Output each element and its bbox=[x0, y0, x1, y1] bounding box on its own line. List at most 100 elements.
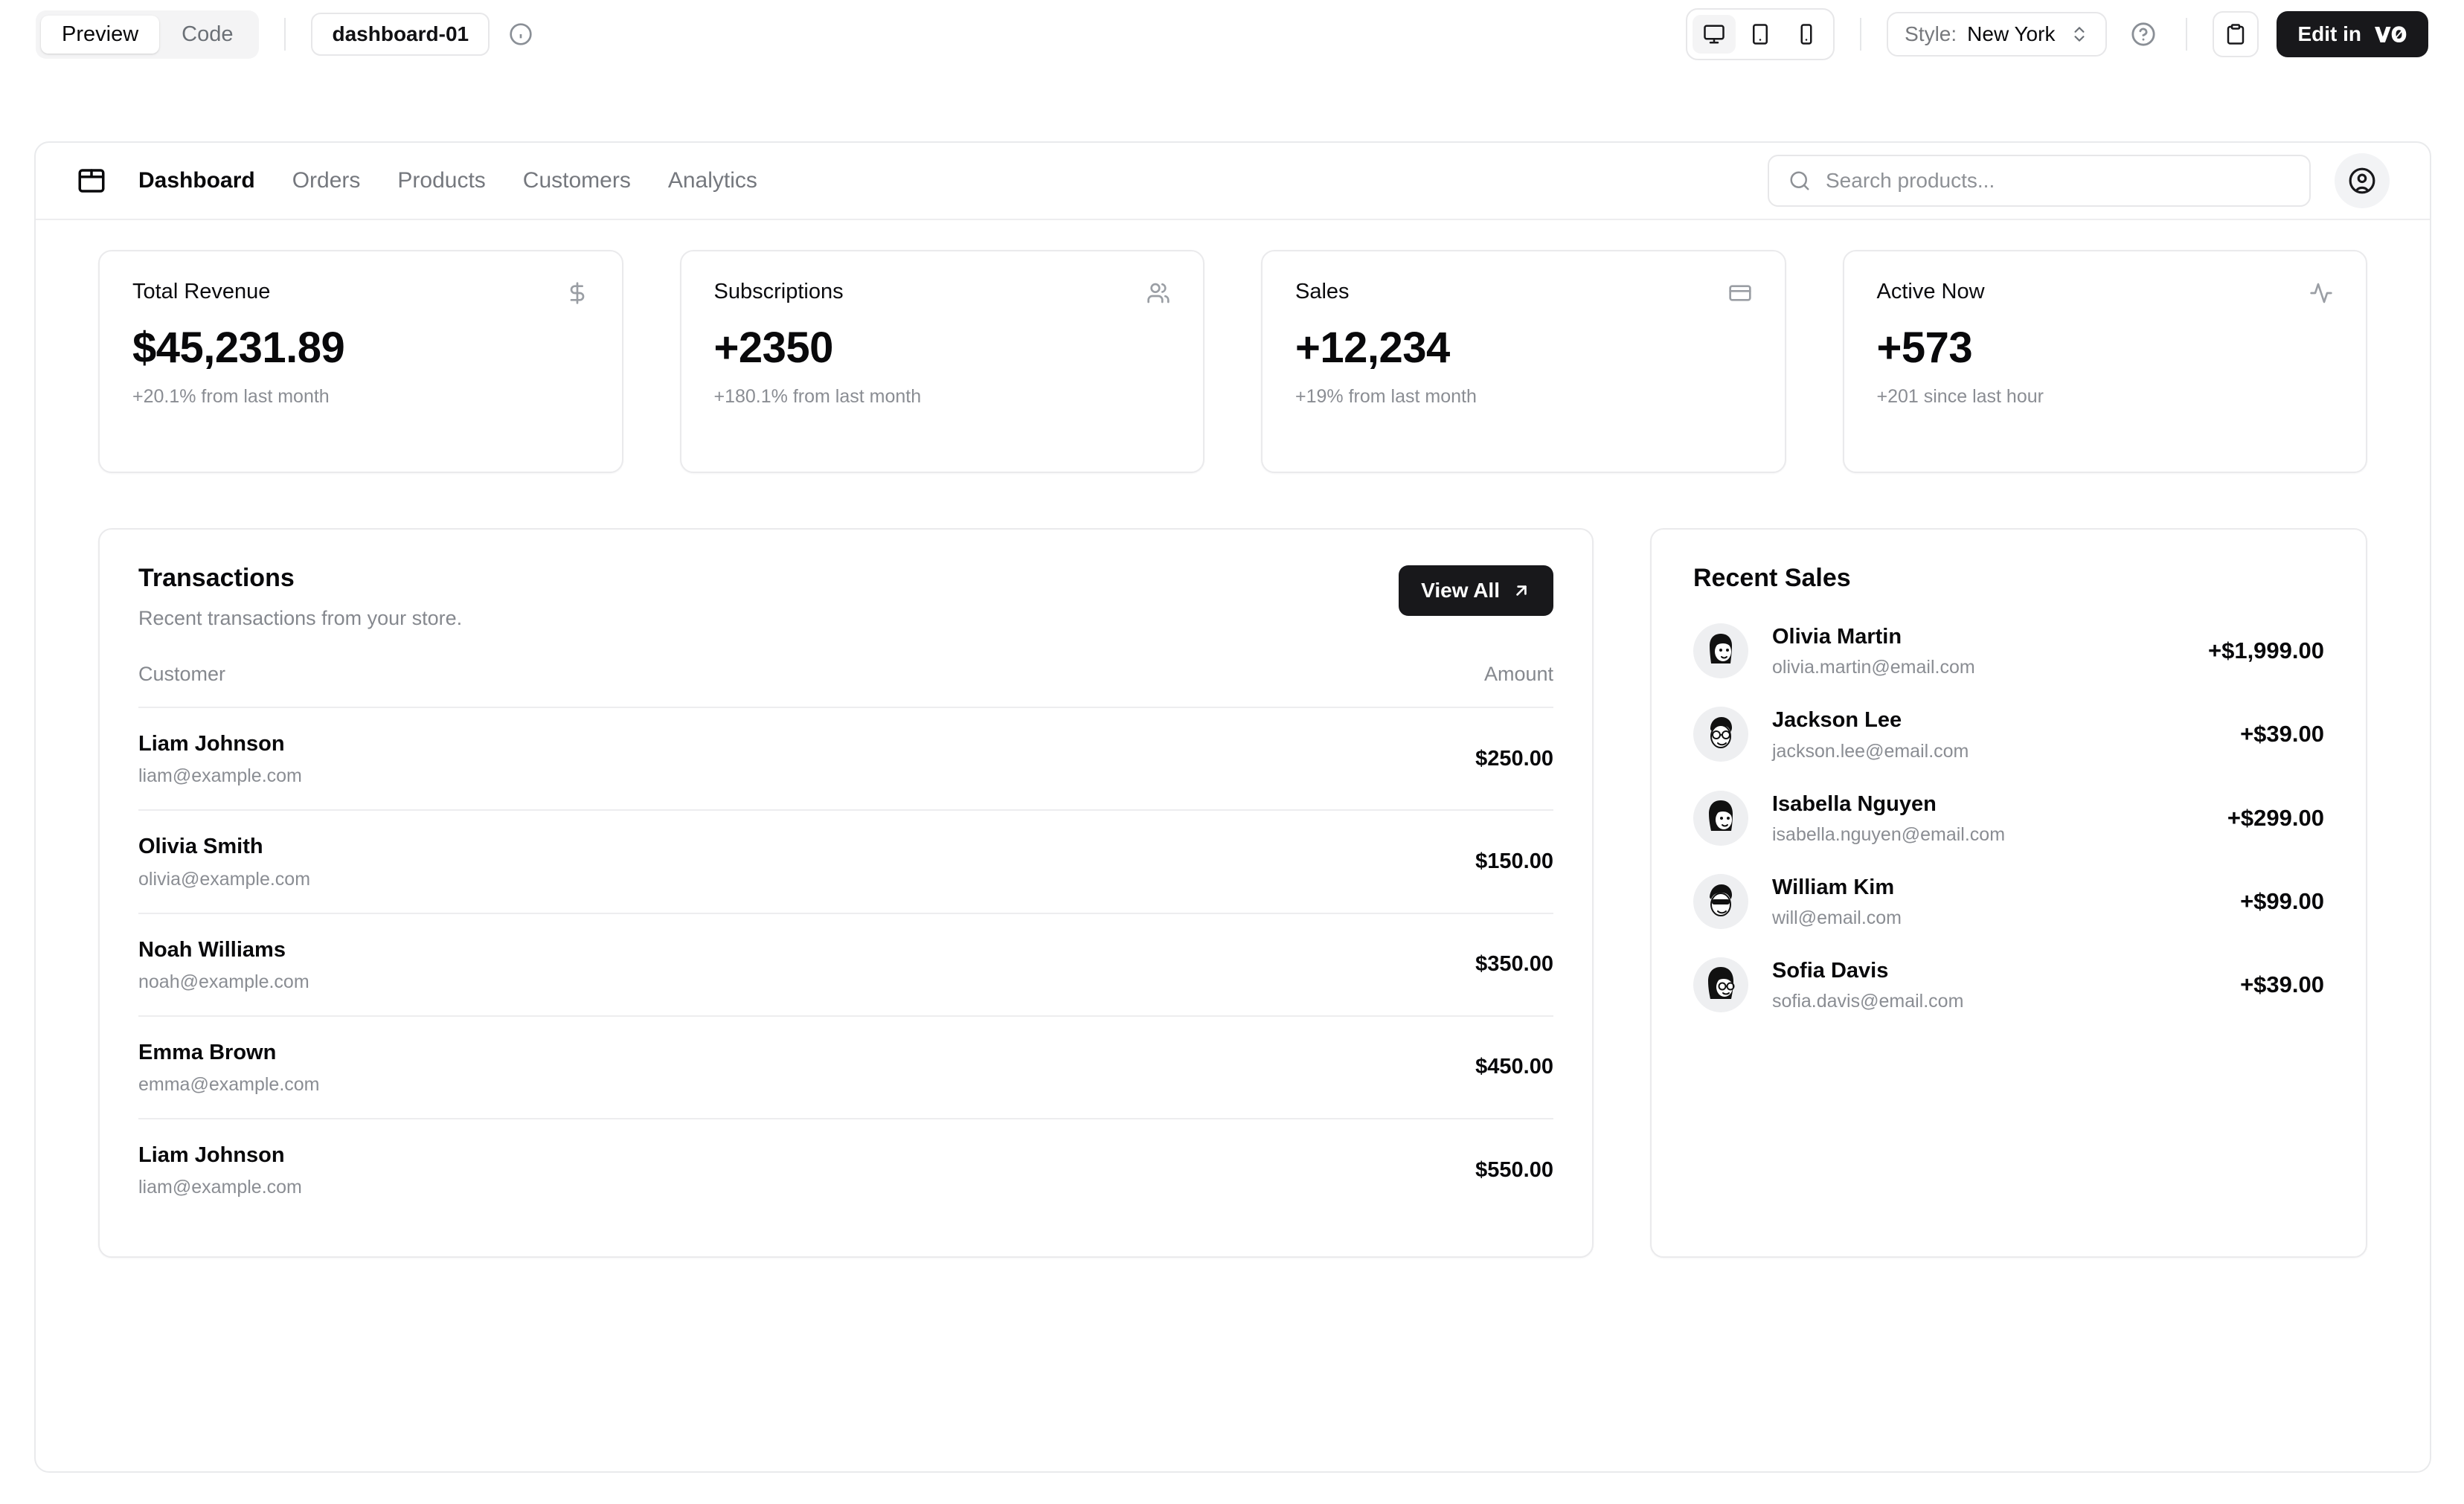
package-icon bbox=[76, 165, 107, 196]
info-circle-icon[interactable] bbox=[504, 18, 537, 51]
cell-amount: $150.00 bbox=[1128, 810, 1553, 913]
block-name-chip[interactable]: dashboard-01 bbox=[311, 13, 490, 56]
table-row[interactable]: Liam Johnson liam@example.com $250.00 bbox=[138, 707, 1553, 810]
tab-preview[interactable]: Preview bbox=[41, 16, 159, 54]
cell-amount: $350.00 bbox=[1128, 913, 1553, 1016]
viewport-toggle-group bbox=[1686, 8, 1835, 60]
stat-subtext: +180.1% from last month bbox=[714, 388, 1171, 406]
table-header-row: Customer Amount bbox=[138, 663, 1553, 707]
phone-icon[interactable] bbox=[1785, 15, 1828, 54]
transactions-title: Transactions bbox=[138, 565, 462, 591]
customer-email: noah@example.com bbox=[138, 971, 1128, 993]
transactions-heading-group: Transactions Recent transactions from yo… bbox=[138, 565, 462, 629]
tab-code[interactable]: Code bbox=[161, 16, 254, 54]
arrow-up-right-icon bbox=[1512, 581, 1531, 600]
recent-sale-email: isabella.nguyen@email.com bbox=[1772, 823, 2005, 846]
stat-title: Sales bbox=[1295, 281, 1350, 303]
nav-item-dashboard[interactable]: Dashboard bbox=[138, 170, 255, 192]
customer-email: emma@example.com bbox=[138, 1073, 1128, 1096]
dashboard-content: Total Revenue $45,231.89 +20.1% from las… bbox=[36, 220, 2430, 1258]
list-item[interactable]: Jackson Lee jackson.lee@email.com +$39.0… bbox=[1693, 707, 2324, 762]
help-circle-icon[interactable] bbox=[2126, 17, 2160, 51]
view-all-button[interactable]: View All bbox=[1399, 565, 1553, 616]
stat-title: Subscriptions bbox=[714, 281, 844, 303]
customer-email: liam@example.com bbox=[138, 1176, 1128, 1198]
v0-logo-icon bbox=[2373, 24, 2407, 45]
avatar bbox=[1693, 791, 1748, 846]
recent-sales-title: Recent Sales bbox=[1693, 565, 2324, 591]
dollar-sign-icon bbox=[565, 281, 589, 305]
recent-sale-name: Olivia Martin bbox=[1772, 623, 1975, 650]
table-row[interactable]: Noah Williams noah@example.com $350.00 bbox=[138, 913, 1553, 1016]
cell-amount: $450.00 bbox=[1128, 1016, 1553, 1119]
edit-in-v0-button[interactable]: Edit in bbox=[2277, 11, 2428, 57]
column-header-customer: Customer bbox=[138, 663, 1128, 707]
stat-title: Active Now bbox=[1877, 281, 1985, 303]
nav-item-customers[interactable]: Customers bbox=[523, 170, 631, 192]
stat-value: +12,234 bbox=[1295, 326, 1752, 371]
stat-card-header: Total Revenue bbox=[132, 281, 589, 305]
table-row[interactable]: Liam Johnson liam@example.com $550.00 bbox=[138, 1119, 1553, 1221]
top-toolbar: Preview Code dashboard-01 Style: New bbox=[0, 0, 2464, 68]
recent-sale-text: Olivia Martin olivia.martin@email.com bbox=[1772, 623, 1975, 678]
nav-links: Dashboard Orders Products Customers Anal… bbox=[138, 170, 757, 192]
user-circle-icon[interactable] bbox=[2335, 153, 2390, 208]
style-select-value: New York bbox=[1967, 24, 2055, 45]
table-row[interactable]: Emma Brown emma@example.com $450.00 bbox=[138, 1016, 1553, 1119]
stat-card-header: Subscriptions bbox=[714, 281, 1171, 305]
cell-amount: $550.00 bbox=[1128, 1119, 1553, 1221]
stat-subtext: +19% from last month bbox=[1295, 388, 1752, 406]
recent-sale-text: Isabella Nguyen isabella.nguyen@email.co… bbox=[1772, 791, 2005, 846]
recent-sale-amount: +$299.00 bbox=[2213, 805, 2324, 832]
customer-email: olivia@example.com bbox=[138, 868, 1128, 890]
avatar bbox=[1693, 707, 1748, 762]
list-item[interactable]: Olivia Martin olivia.martin@email.com +$… bbox=[1693, 623, 2324, 678]
style-select[interactable]: Style: New York bbox=[1887, 12, 2107, 57]
main-row: Transactions Recent transactions from yo… bbox=[98, 528, 2367, 1258]
cell-customer: Olivia Smith olivia@example.com bbox=[138, 810, 1128, 913]
recent-sale-amount: +$39.00 bbox=[2225, 971, 2324, 998]
toolbar-divider-3 bbox=[2186, 18, 2187, 51]
stat-card-sales: Sales +12,234 +19% from last month bbox=[1261, 250, 1786, 473]
activity-icon bbox=[2309, 281, 2333, 305]
recent-sale-amount: +$99.00 bbox=[2225, 888, 2324, 915]
cell-customer: Liam Johnson liam@example.com bbox=[138, 1119, 1128, 1221]
avatar bbox=[1693, 957, 1748, 1012]
recent-sale-text: William Kim will@email.com bbox=[1772, 874, 1902, 929]
app-navbar: Dashboard Orders Products Customers Anal… bbox=[36, 143, 2430, 220]
toolbar-divider-1 bbox=[284, 18, 286, 51]
recent-sale-name: William Kim bbox=[1772, 874, 1902, 901]
recent-sale-name: Sofia Davis bbox=[1772, 957, 1963, 984]
recent-sale-amount: +$39.00 bbox=[2225, 721, 2324, 748]
search-container bbox=[1768, 155, 2311, 207]
nav-item-orders[interactable]: Orders bbox=[292, 170, 361, 192]
customer-name: Liam Johnson bbox=[138, 730, 1128, 757]
transactions-header: Transactions Recent transactions from yo… bbox=[138, 565, 1553, 629]
recent-sale-text: Jackson Lee jackson.lee@email.com bbox=[1772, 707, 1969, 762]
list-item[interactable]: Sofia Davis sofia.davis@email.com +$39.0… bbox=[1693, 957, 2324, 1012]
customer-name: Emma Brown bbox=[138, 1039, 1128, 1066]
nav-item-analytics[interactable]: Analytics bbox=[668, 170, 757, 192]
tablet-icon[interactable] bbox=[1739, 15, 1782, 54]
customer-name: Liam Johnson bbox=[138, 1142, 1128, 1169]
recent-sale-amount: +$1,999.00 bbox=[2193, 637, 2324, 664]
stat-card-total-revenue: Total Revenue $45,231.89 +20.1% from las… bbox=[98, 250, 623, 473]
recent-sales-panel: Recent Sales bbox=[1650, 528, 2367, 1258]
list-item[interactable]: William Kim will@email.com +$99.00 bbox=[1693, 874, 2324, 929]
customer-name: Noah Williams bbox=[138, 936, 1128, 963]
table-row[interactable]: Olivia Smith olivia@example.com $150.00 bbox=[138, 810, 1553, 913]
nav-item-products[interactable]: Products bbox=[397, 170, 485, 192]
credit-card-icon bbox=[1728, 281, 1752, 305]
stat-value: $45,231.89 bbox=[132, 326, 589, 371]
stat-card-active-now: Active Now +573 +201 since last hour bbox=[1843, 250, 2368, 473]
column-header-amount: Amount bbox=[1128, 663, 1553, 707]
search-input[interactable] bbox=[1768, 155, 2311, 207]
recent-sales-list: Olivia Martin olivia.martin@email.com +$… bbox=[1693, 623, 2324, 1012]
list-item[interactable]: Isabella Nguyen isabella.nguyen@email.co… bbox=[1693, 791, 2324, 846]
preview-frame: Dashboard Orders Products Customers Anal… bbox=[34, 141, 2431, 1473]
monitor-icon[interactable] bbox=[1693, 15, 1736, 54]
clipboard-icon[interactable] bbox=[2213, 11, 2259, 57]
stat-title: Total Revenue bbox=[132, 281, 270, 303]
cell-amount: $250.00 bbox=[1128, 707, 1553, 810]
customer-name: Olivia Smith bbox=[138, 833, 1128, 860]
